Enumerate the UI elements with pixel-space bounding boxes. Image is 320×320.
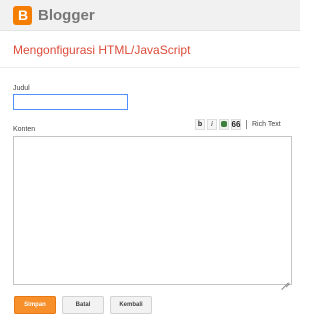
brand-name: Blogger [38, 7, 95, 24]
cancel-button[interactable]: Batal [62, 296, 104, 314]
italic-button[interactable]: i [207, 118, 217, 130]
dialog-title: Mengonfigurasi HTML/JavaScript [13, 43, 191, 57]
quote-button[interactable]: 66 [231, 118, 241, 130]
title-input[interactable] [13, 94, 128, 110]
logo-letter: B [18, 7, 29, 23]
title-divider [0, 67, 300, 68]
content-textarea[interactable] [13, 136, 292, 285]
toolbar-separator [246, 119, 247, 129]
rich-text-link[interactable]: Rich Text [252, 120, 281, 129]
save-button[interactable]: Simpan [14, 296, 56, 314]
blogger-logo-icon: B [13, 6, 32, 25]
image-icon[interactable] [219, 118, 229, 130]
title-label: Judul [13, 85, 30, 92]
resize-grip-icon[interactable] [281, 275, 289, 283]
content-label: Konten [13, 126, 36, 133]
editor-toolbar: b i 66 Rich Text [195, 118, 281, 130]
header-bar: B Blogger [0, 0, 300, 31]
bold-button[interactable]: b [195, 118, 205, 130]
back-button[interactable]: Kembali [110, 296, 152, 314]
